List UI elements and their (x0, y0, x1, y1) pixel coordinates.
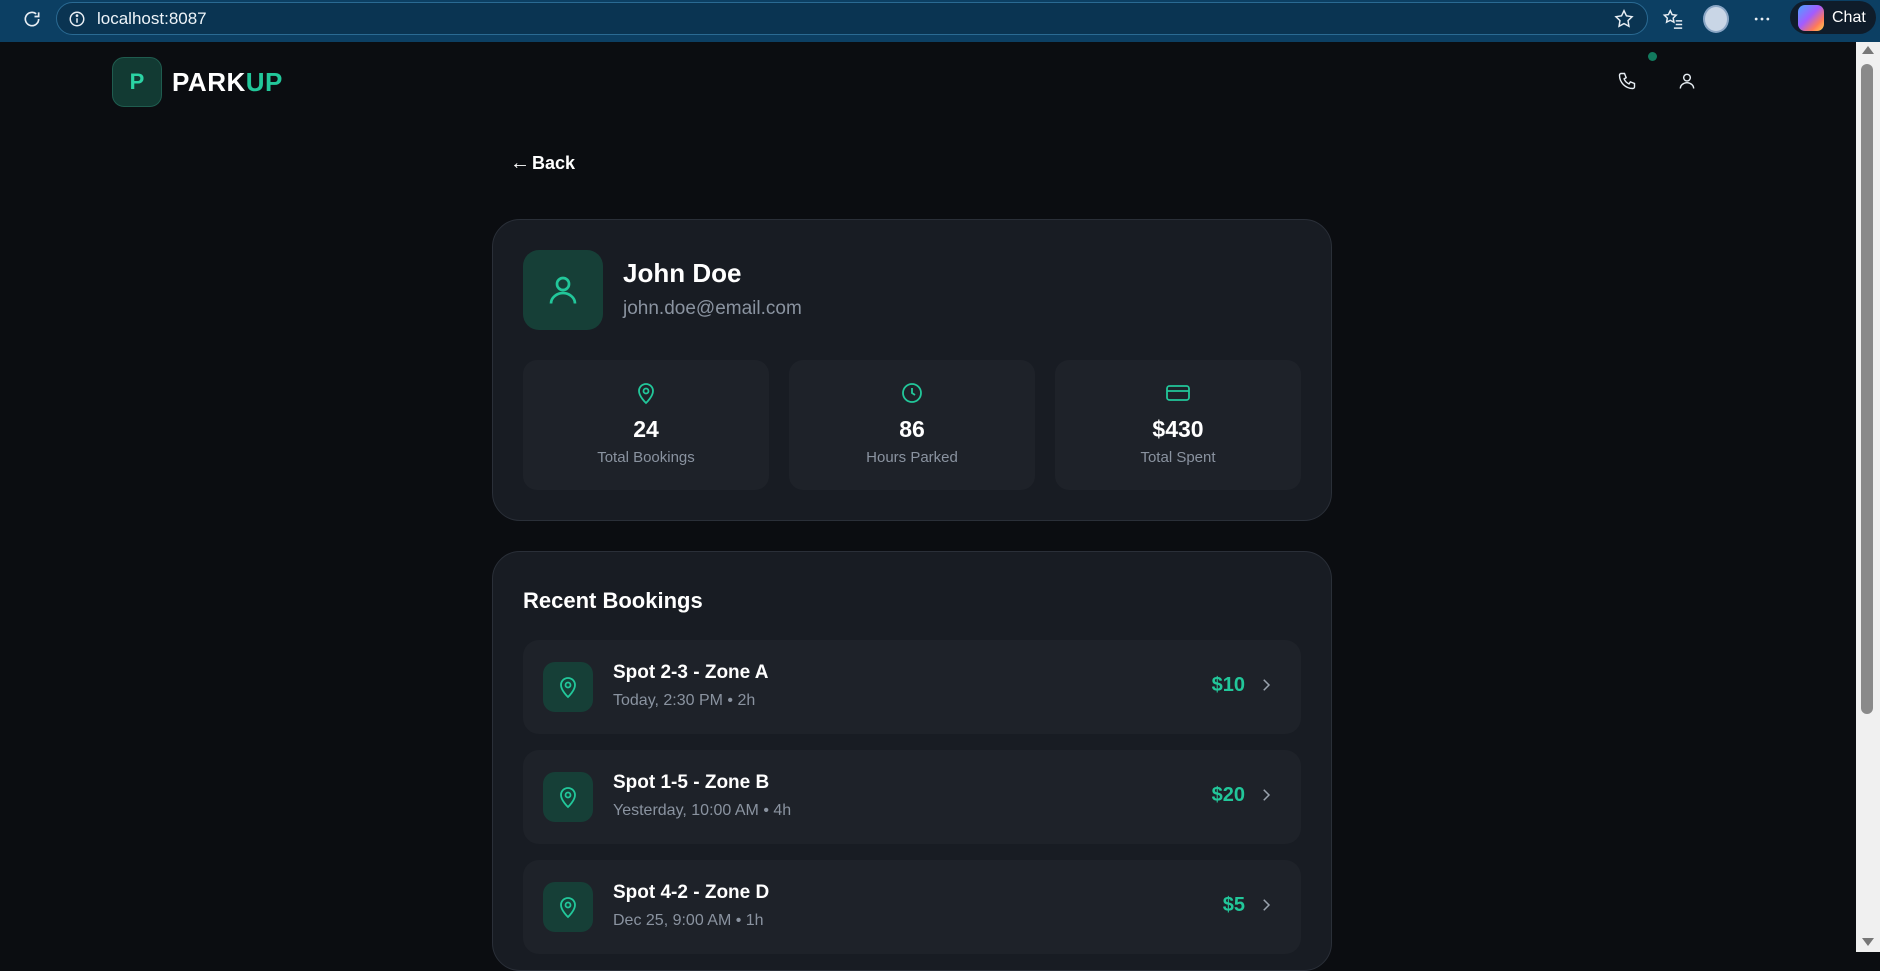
booking-price: $5 (1222, 894, 1245, 916)
stat-value: 86 (899, 416, 925, 442)
chevron-right-icon[interactable] (1255, 894, 1277, 916)
user-icon[interactable] (1674, 68, 1700, 94)
booking-price: $20 (1211, 784, 1245, 806)
page-scrollbar[interactable] (1856, 42, 1880, 952)
booking-title: Spot 1-5 - Zone B (613, 772, 770, 793)
back-arrow-icon: ← (510, 152, 530, 174)
chat-label: Chat (1832, 8, 1866, 26)
brand-name-up: UP (245, 66, 283, 97)
stat-total-bookings: 24 Total Bookings (523, 360, 769, 490)
profile-avatar (523, 250, 603, 330)
booking-subtitle: Dec 25, 9:00 AM • 1h (613, 912, 764, 929)
map-pin-icon (543, 882, 593, 932)
copilot-chat-button[interactable]: Chat (1790, 1, 1876, 34)
url-text[interactable]: localhost:8087 (97, 9, 207, 29)
stat-label: Total Spent (1140, 449, 1216, 466)
map-pin-icon (543, 662, 593, 712)
profile-avatar-icon[interactable] (1703, 5, 1729, 33)
info-icon[interactable] (67, 9, 87, 29)
stat-value: $430 (1152, 416, 1204, 442)
stat-label: Total Bookings (597, 449, 695, 466)
stat-label: Hours Parked (866, 449, 958, 466)
credit-card-icon (1165, 380, 1191, 406)
address-bar[interactable]: localhost:8087 (56, 2, 1648, 35)
stat-total-spent: $430 Total Spent (1055, 360, 1301, 490)
booking-title: Spot 2-3 - Zone A (613, 662, 769, 683)
profile-card: John Doe john.doe@email.com 24 Total Boo… (492, 219, 1332, 521)
chevron-right-icon[interactable] (1255, 784, 1277, 806)
map-pin-icon (543, 772, 593, 822)
copilot-logo-icon (1798, 4, 1824, 31)
user-avatar-icon (549, 276, 577, 304)
back-link[interactable]: ← Back (510, 152, 575, 175)
recent-bookings-title: Recent Bookings (523, 588, 703, 613)
stat-hours-parked: 86 Hours Parked (789, 360, 1035, 490)
brand-logo[interactable]: P PARKUP (112, 57, 283, 107)
clock-icon (899, 380, 925, 406)
more-menu-icon[interactable] (1749, 6, 1775, 32)
booking-subtitle: Today, 2:30 PM • 2h (613, 692, 756, 709)
map-pin-icon (633, 380, 659, 406)
booking-item[interactable]: Spot 4-2 - Zone D Dec 25, 9:00 AM • 1h $… (523, 860, 1301, 954)
profile-email: john.doe@email.com (623, 298, 802, 319)
brand-name: PARKUP (172, 67, 283, 98)
recent-bookings-card: Recent Bookings Spot 2-3 - Zone A Today,… (492, 551, 1332, 971)
scroll-down-arrow-icon[interactable] (1862, 938, 1874, 946)
favorite-star-icon[interactable] (1613, 8, 1635, 30)
scroll-up-arrow-icon[interactable] (1862, 46, 1874, 54)
booking-subtitle: Yesterday, 10:00 AM • 4h (613, 802, 792, 819)
chevron-right-icon[interactable] (1255, 674, 1277, 696)
phone-icon[interactable] (1614, 68, 1640, 94)
brand-badge: P (112, 57, 162, 107)
booking-title: Spot 4-2 - Zone D (613, 882, 770, 903)
browser-toolbar: localhost:8087 Chat (0, 0, 1880, 42)
notification-dot (1648, 52, 1657, 61)
booking-price: $10 (1211, 674, 1245, 696)
scroll-thumb[interactable] (1861, 64, 1873, 714)
stat-value: 24 (633, 416, 659, 442)
back-label: Back (532, 153, 576, 173)
profile-name: John Doe (623, 258, 742, 288)
booking-item[interactable]: Spot 2-3 - Zone A Today, 2:30 PM • 2h $1… (523, 640, 1301, 734)
favorites-list-icon[interactable] (1660, 6, 1686, 32)
reload-icon[interactable] (20, 7, 44, 31)
brand-name-park: PARK (172, 66, 246, 97)
booking-item[interactable]: Spot 1-5 - Zone B Yesterday, 10:00 AM • … (523, 750, 1301, 844)
